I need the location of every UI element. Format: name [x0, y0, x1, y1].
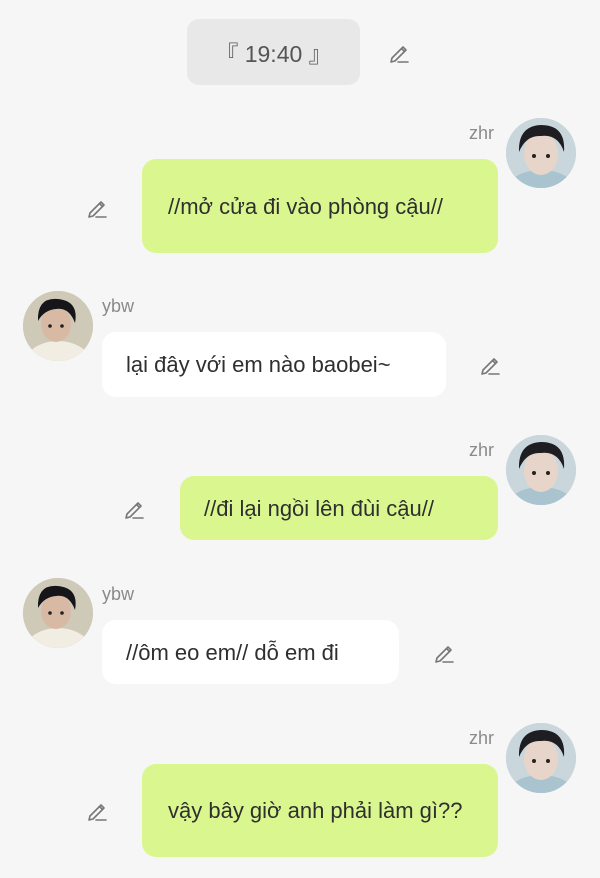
message-bubble: //mở cửa đi vào phòng cậu//	[142, 159, 498, 253]
edit-message-pencil-icon[interactable]	[121, 495, 147, 521]
message-bubble: vậy bây giờ anh phải làm gì??	[142, 764, 498, 857]
avatar-zhr[interactable]	[506, 118, 576, 188]
sender-name: ybw	[102, 296, 135, 316]
edit-message-pencil-icon[interactable]	[84, 797, 110, 823]
message-text: //ôm eo em// dỗ em đi	[126, 639, 339, 665]
edit-message-pencil-icon[interactable]	[477, 351, 503, 377]
message-text: vậy bây giờ anh phải làm gì??	[168, 798, 463, 823]
time-chip: 『 19:40 』	[187, 19, 360, 85]
message-bubble: //đi lại ngồi lên đùi cậu//	[180, 476, 498, 540]
time-chip-text: 『 19:40 』	[215, 41, 332, 67]
message-text: //đi lại ngồi lên đùi cậu//	[204, 495, 434, 521]
edit-message-pencil-icon[interactable]	[84, 194, 110, 220]
sender-name: zhr	[469, 123, 495, 143]
message-bubble: //ôm eo em// dỗ em đi	[102, 620, 399, 684]
sender-name: ybw	[102, 584, 135, 604]
avatar-zhr[interactable]	[506, 723, 576, 793]
avatar-zhr[interactable]	[506, 435, 576, 505]
message-text: //mở cửa đi vào phòng cậu//	[168, 193, 443, 219]
avatar-ybw[interactable]	[23, 291, 93, 361]
message-text: lại đây với em nào baobei~	[126, 352, 391, 377]
message-bubble: lại đây với em nào baobei~	[102, 332, 446, 397]
sender-name: zhr	[469, 440, 495, 460]
edit-time-pencil-icon[interactable]	[386, 39, 412, 65]
edit-message-pencil-icon[interactable]	[431, 639, 457, 665]
avatar-ybw[interactable]	[23, 578, 93, 648]
sender-name: zhr	[469, 728, 495, 748]
